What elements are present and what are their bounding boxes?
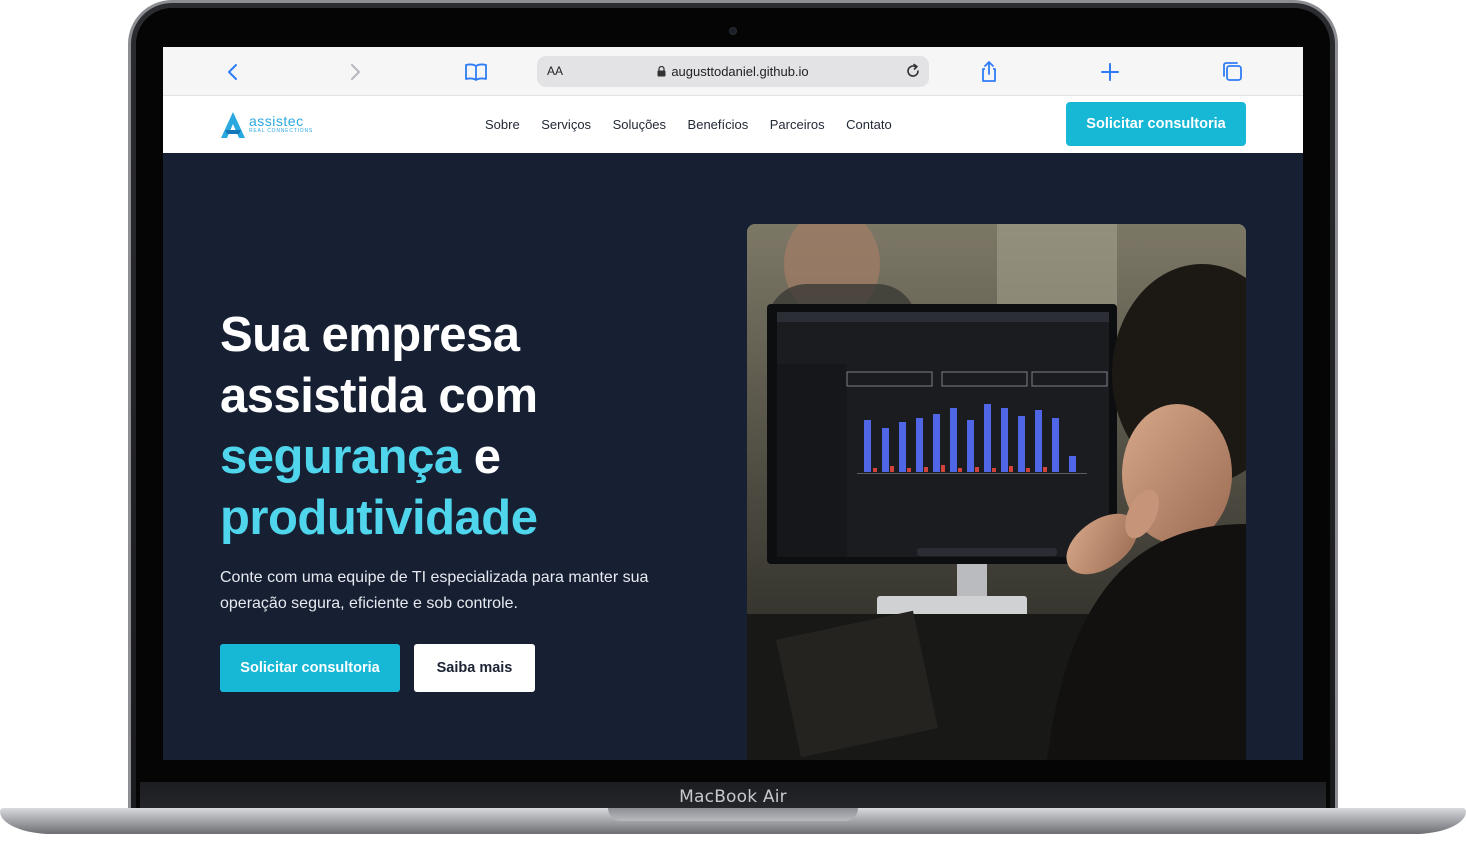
new-tab-icon[interactable] <box>1097 59 1123 85</box>
hero-subtitle: Conte com uma equipe de TI especializada… <box>220 569 649 612</box>
nav-item-parceiros[interactable]: Parceiros <box>770 117 825 132</box>
url-text: augusttodaniel.github.io <box>671 64 809 79</box>
site-navbar: assistec REAL CONNECTIONS Sobre Serviços… <box>163 96 1303 153</box>
screen: AA augusttodaniel.github.io assistec REA… <box>163 47 1303 760</box>
logo-word: assistec <box>249 113 304 129</box>
nav-item-sobre[interactable]: Sobre <box>485 117 520 132</box>
camera-icon <box>729 27 737 35</box>
hero-title-line2: assistida com <box>220 369 538 423</box>
site-logo[interactable]: assistec REAL CONNECTIONS <box>219 108 329 140</box>
learn-more-button[interactable]: Saiba mais <box>414 644 535 692</box>
hero-consultation-button[interactable]: Solicitar consultoria <box>220 644 400 692</box>
hero-title-accent-security: segurança <box>220 430 461 484</box>
main-menu: Sobre Serviços Soluções Benefícios Parce… <box>485 117 913 132</box>
lock-icon <box>657 66 666 77</box>
nav-consultation-button[interactable]: Solicitar consultoria <box>1066 102 1246 146</box>
forward-icon[interactable] <box>341 59 367 85</box>
address-bar[interactable]: AA augusttodaniel.github.io <box>537 56 929 87</box>
hero-title-line1: Sua empresa <box>220 308 520 362</box>
bookmarks-icon[interactable] <box>463 59 489 85</box>
nav-item-contato[interactable]: Contato <box>846 117 892 132</box>
logo-tagline: REAL CONNECTIONS <box>249 128 314 134</box>
share-icon[interactable] <box>976 59 1002 85</box>
hero-photo <box>747 224 1246 760</box>
laptop-notch <box>608 808 858 821</box>
nav-item-beneficios[interactable]: Benefícios <box>688 117 749 132</box>
tabs-overview-icon[interactable] <box>1220 59 1246 85</box>
hero-title: Sua empresa assistida com segurança e pr… <box>220 305 700 549</box>
office-photo-illustration <box>747 224 1246 760</box>
back-icon[interactable] <box>221 59 247 85</box>
browser-toolbar: AA augusttodaniel.github.io <box>163 47 1303 96</box>
hero-title-join: e <box>460 430 501 484</box>
nav-item-servicos[interactable]: Serviços <box>541 117 591 132</box>
nav-item-solucoes[interactable]: Soluções <box>613 117 666 132</box>
logo-mark-icon <box>221 112 245 138</box>
hero-title-accent-productivity: produtividade <box>220 491 538 545</box>
reload-icon[interactable] <box>903 61 923 81</box>
